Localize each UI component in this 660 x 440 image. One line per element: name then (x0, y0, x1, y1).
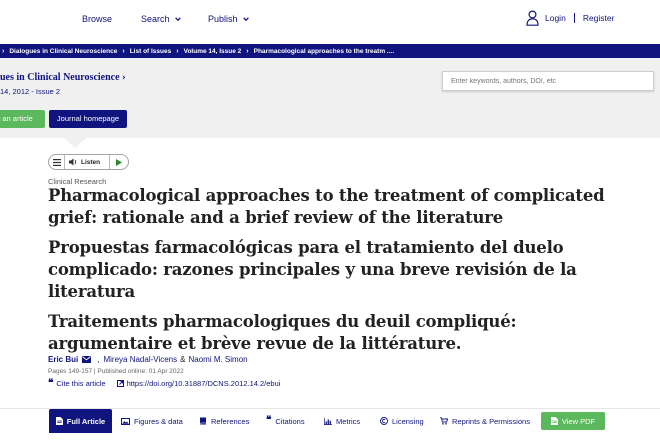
play-button[interactable] (110, 155, 128, 169)
divider (573, 13, 575, 23)
nav-search-label: Search (141, 14, 170, 24)
publication-info: Pages 149-157 | Published online: 01 Apr… (48, 368, 184, 375)
envelope-icon[interactable] (82, 356, 92, 363)
cite-article-link[interactable]: ❝ Cite this article (48, 377, 106, 389)
tab-figures-data[interactable]: Figures & data (121, 409, 183, 433)
view-pdf-button[interactable]: View PDF (541, 412, 605, 430)
tab-references[interactable]: References (199, 409, 249, 433)
citation-row: ❝ Cite this article https://doi.org/10.3… (48, 377, 281, 389)
tab-metrics[interactable]: Metrics (324, 409, 360, 433)
active-pointer-notch (64, 138, 86, 148)
tab-label: Full Article (66, 416, 106, 426)
listen-widget: Listen (48, 154, 129, 170)
doi-text: https://doi.org/10.31887/DCNS.2012.14.2/… (126, 379, 281, 388)
journal-title-link[interactable]: ues in Clinical Neuroscience › (0, 72, 126, 83)
chevron-right-icon: › (122, 73, 126, 83)
tab-label: Reprints & Permissions (452, 416, 530, 426)
author-link[interactable]: Naomi M. Simon (188, 355, 247, 364)
submit-article-button[interactable]: t an article (0, 110, 45, 128)
journal-homepage-button[interactable]: Journal homepage (49, 110, 127, 128)
article-title-fr: Traitements pharmacologiques du deuil co… (48, 312, 517, 353)
author-joiner: & (180, 355, 186, 364)
breadcrumb: › Dialogues in Clinical Neuroscience › L… (0, 44, 660, 58)
nav-publish-label: Publish (208, 14, 238, 24)
author-list: Eric Bui , Mireya Nadal-Vicens & Naomi M… (48, 355, 248, 364)
quote-icon: ❝ (266, 415, 272, 426)
issue-info[interactable]: 14, 2012 - Issue 2 (0, 87, 60, 96)
tab-label: Figures & data (134, 416, 183, 426)
breadcrumb-list-of-issues[interactable]: List of Issues (130, 48, 172, 55)
copyright-icon (380, 417, 388, 425)
book-icon (199, 417, 206, 425)
author-link[interactable]: Eric Bui (48, 355, 78, 364)
article-main: Listen Clinical Research Pharmacological… (0, 138, 660, 440)
menu-icon (52, 158, 61, 166)
login-link[interactable]: Login (545, 13, 566, 23)
listen-button[interactable]: Listen (65, 155, 110, 169)
chevron-down-icon (174, 17, 181, 22)
tab-licensing[interactable]: Licensing (380, 409, 424, 433)
breadcrumb-separator: › (246, 47, 249, 55)
journal-title: ues in Clinical Neuroscience (0, 72, 120, 83)
user-icon[interactable] (526, 10, 539, 26)
cite-label: Cite this article (56, 379, 106, 388)
nav-search-dropdown[interactable]: Search (141, 14, 182, 24)
tab-citations[interactable]: ❝ Citations (266, 409, 305, 433)
top-navigation: Browse Search Publish Login Register (0, 0, 660, 44)
tab-reprints-permissions[interactable]: Reprints & Permissions (440, 409, 530, 433)
quote-icon: ❝ (48, 377, 54, 389)
tab-label: View PDF (561, 416, 596, 426)
article-title-en: Pharmacological approaches to the treatm… (48, 186, 605, 227)
tab-label: References (211, 416, 250, 426)
breadcrumb-journal[interactable]: Dialogues in Clinical Neuroscience (9, 48, 117, 55)
breadcrumb-current-article: Pharmacological approaches to the treatm… (253, 47, 395, 55)
image-icon (121, 417, 130, 425)
tab-full-article[interactable]: Full Article (49, 409, 112, 433)
doi-link[interactable]: https://doi.org/10.31887/DCNS.2012.14.2/… (116, 379, 281, 388)
bar-chart-icon (324, 417, 332, 425)
register-link[interactable]: Register (583, 13, 615, 23)
pdf-icon (550, 417, 558, 425)
play-icon (116, 158, 122, 166)
tab-label: Licensing (392, 416, 424, 426)
breadcrumb-volume[interactable]: Volume 14, Issue 2 (184, 48, 242, 55)
account-links: Login Register (526, 10, 614, 26)
nav-browse-label: Browse (82, 14, 113, 24)
search-input[interactable] (442, 71, 654, 91)
article-tabs: Full Article Figures & data References ❝… (0, 408, 660, 440)
listen-label: Listen (81, 158, 101, 166)
speaker-icon (69, 158, 77, 166)
author-link[interactable]: Mireya Nadal-Vicens (103, 355, 177, 364)
nav-browse[interactable]: Browse (82, 14, 112, 24)
cart-icon (440, 417, 448, 425)
author-separator: , (97, 355, 100, 364)
tab-label: Citations (275, 416, 305, 426)
article-title-es: Propuestas farmacológicas para el tratam… (48, 238, 577, 301)
journal-header: ues in Clinical Neuroscience › 14, 2012 … (0, 58, 660, 138)
breadcrumb-separator: › (122, 47, 125, 55)
breadcrumb-separator: › (176, 47, 179, 55)
listen-menu-button[interactable] (49, 155, 65, 169)
document-icon (55, 417, 63, 425)
chevron-down-icon (242, 17, 249, 22)
nav-publish-dropdown[interactable]: Publish (208, 14, 250, 24)
tab-label: Metrics (336, 416, 361, 426)
breadcrumb-separator: › (2, 47, 5, 55)
external-link-icon (116, 380, 124, 387)
